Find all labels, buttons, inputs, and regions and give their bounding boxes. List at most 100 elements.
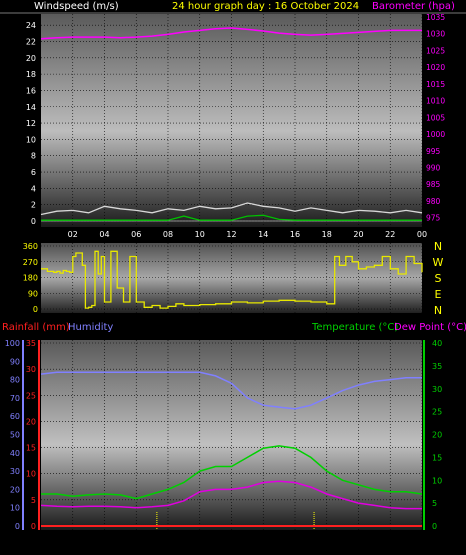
temperature-tick-label: 0 [432,522,437,531]
humidity-tick-label: 90 [10,357,20,366]
rainfall-tick-label: 5 [31,496,36,505]
windspeed-tick-label: 8 [31,152,36,161]
windspeed-tick-label: 22 [26,37,36,46]
barometer-tick-label: 990 [426,163,441,172]
windspeed-tick-label: 24 [26,21,36,30]
compass-label: W [433,256,444,269]
x-tick-label: 22 [385,538,395,547]
x-tick-label: 20 [353,230,363,239]
compass-label: E [435,288,442,301]
rainfall-tick-label: 20 [26,417,36,426]
windspeed-tick-label: 6 [31,168,36,177]
barometer-tick-label: 1005 [426,113,445,122]
temperature-tick-label: 10 [432,476,442,485]
x-tick-label: 12 [226,230,236,239]
rainfall-tick-label: 10 [26,470,36,479]
humidity-tick-label: 40 [10,449,20,458]
direction-tick-label: 180 [23,274,38,283]
barometer-tick-label: 1010 [426,97,445,106]
humidity-tick-label: 80 [10,376,20,385]
windspeed-axis: 024681012141618202224 [26,21,36,226]
rainfall-axis: 0 5 10 15 20 25 30 35 [26,339,36,531]
x-tick-label: 04 [99,230,109,239]
rainfall-tick-label: 25 [26,391,36,400]
direction-tick-label: 0 [33,305,38,314]
windspeed-tick-label: 0 [31,217,36,226]
humidity-tick-label: 50 [10,431,20,440]
windspeed-tick-label: 20 [26,54,36,63]
humidity-tick-label: 60 [10,412,20,421]
panel1-bg [41,14,422,227]
wind-direction-panel: 360270180900 NWSEN [23,240,444,317]
dewpoint-axis-title: Dew Point (°C) [394,322,466,333]
x-tick-label: 22 [385,230,395,239]
barometer-tick-label: 1020 [426,63,445,72]
humidity-tick-label: 0 [15,522,20,531]
x-tick-label: 16 [290,230,300,239]
panel1-x-axis: 02 04 06 08 10 12 14 16 18 20 22 00 [68,230,427,239]
compass-label: S [435,272,442,285]
x-tick-label: 00 [417,230,427,239]
humidity-tick-label: 100 [5,339,20,348]
rainfall-tick-label: 0 [31,522,36,531]
barometer-tick-label: 1030 [426,30,445,39]
barometer-tick-label: 1025 [426,46,445,55]
barometer-tick-label: 975 [426,214,441,223]
barometer-tick-label: 1015 [426,80,445,89]
barometer-tick-label: 1000 [426,130,445,139]
direction-tick-label: 360 [23,242,38,251]
humidity-axis-title: Humidity [68,322,113,333]
barometer-tick-label: 995 [426,147,441,156]
x-tick-label: 06 [131,230,141,239]
windspeed-tick-label: 10 [26,135,36,144]
compass-label: N [434,240,442,253]
barometer-tick-label: 985 [426,180,441,189]
x-tick-label: 04 [99,538,109,547]
humidity-tick-label: 20 [10,485,20,494]
temperature-axis-title: Temperature (°C) [311,322,398,333]
wind-barometer-panel: 024681012141618202224 975980985990995100… [0,12,466,239]
temperature-axis: 0 5 10 15 20 25 30 35 40 [432,339,442,531]
barometer-label: Barometer (hpa) [372,1,455,12]
temperature-tick-label: 35 [432,362,442,371]
windspeed-tick-label: 12 [26,119,36,128]
x-tick-label: 02 [68,538,78,547]
x-tick-label: 08 [163,230,173,239]
x-tick-label: 16 [290,538,300,547]
x-tick-label: 20 [353,538,363,547]
compass-axis: NWSEN [433,240,444,317]
x-tick-label: 00 [417,538,427,547]
x-tick-label: 10 [195,538,205,547]
humidity-tick-label: 30 [10,467,20,476]
rainfall-tick-label: 15 [26,444,36,453]
direction-tick-label: 90 [28,289,38,298]
x-tick-label: 06 [131,538,141,547]
direction-tick-label: 270 [23,258,38,267]
weather-graph: Windspeed (m/s) 24 hour graph day : 16 O… [0,1,466,548]
rainfall-axis-title: Rainfall (mm) [2,322,70,333]
temperature-tick-label: 40 [432,339,442,348]
x-tick-label: 08 [163,538,173,547]
barometer-tick-label: 1035 [426,13,445,22]
panel3-x-axis: 02 04 06 08 10 12 14 16 18 20 22 00 [68,538,427,547]
x-tick-label: 10 [195,230,205,239]
humidity-tick-label: 70 [10,394,20,403]
temperature-tick-label: 5 [432,499,437,508]
windspeed-tick-label: 14 [26,103,36,112]
direction-axis: 360 270 180 90 0 [23,242,38,314]
sunset-label: SurfSet [310,538,344,548]
barometer-tick-label: 980 [426,197,441,206]
windspeed-tick-label: 4 [31,184,36,193]
x-tick-label: 14 [258,230,268,239]
windspeed-tick-label: 16 [26,86,36,95]
temperature-tick-label: 20 [432,431,442,440]
temperature-tick-label: 25 [432,408,442,417]
x-tick-label: 02 [68,230,78,239]
temperature-tick-label: 15 [432,453,442,462]
windspeed-tick-label: 2 [31,201,36,210]
compass-label: N [434,304,442,317]
temp-humidity-panel: 0 10 20 30 40 50 60 70 80 90 100 0 5 10 15 20 25 30 35 0 5… [5,339,442,548]
temperature-tick-label: 30 [432,385,442,394]
rainfall-tick-label: 35 [26,339,36,348]
graph-title: 24 hour graph day : 16 October 2024 [172,1,359,12]
